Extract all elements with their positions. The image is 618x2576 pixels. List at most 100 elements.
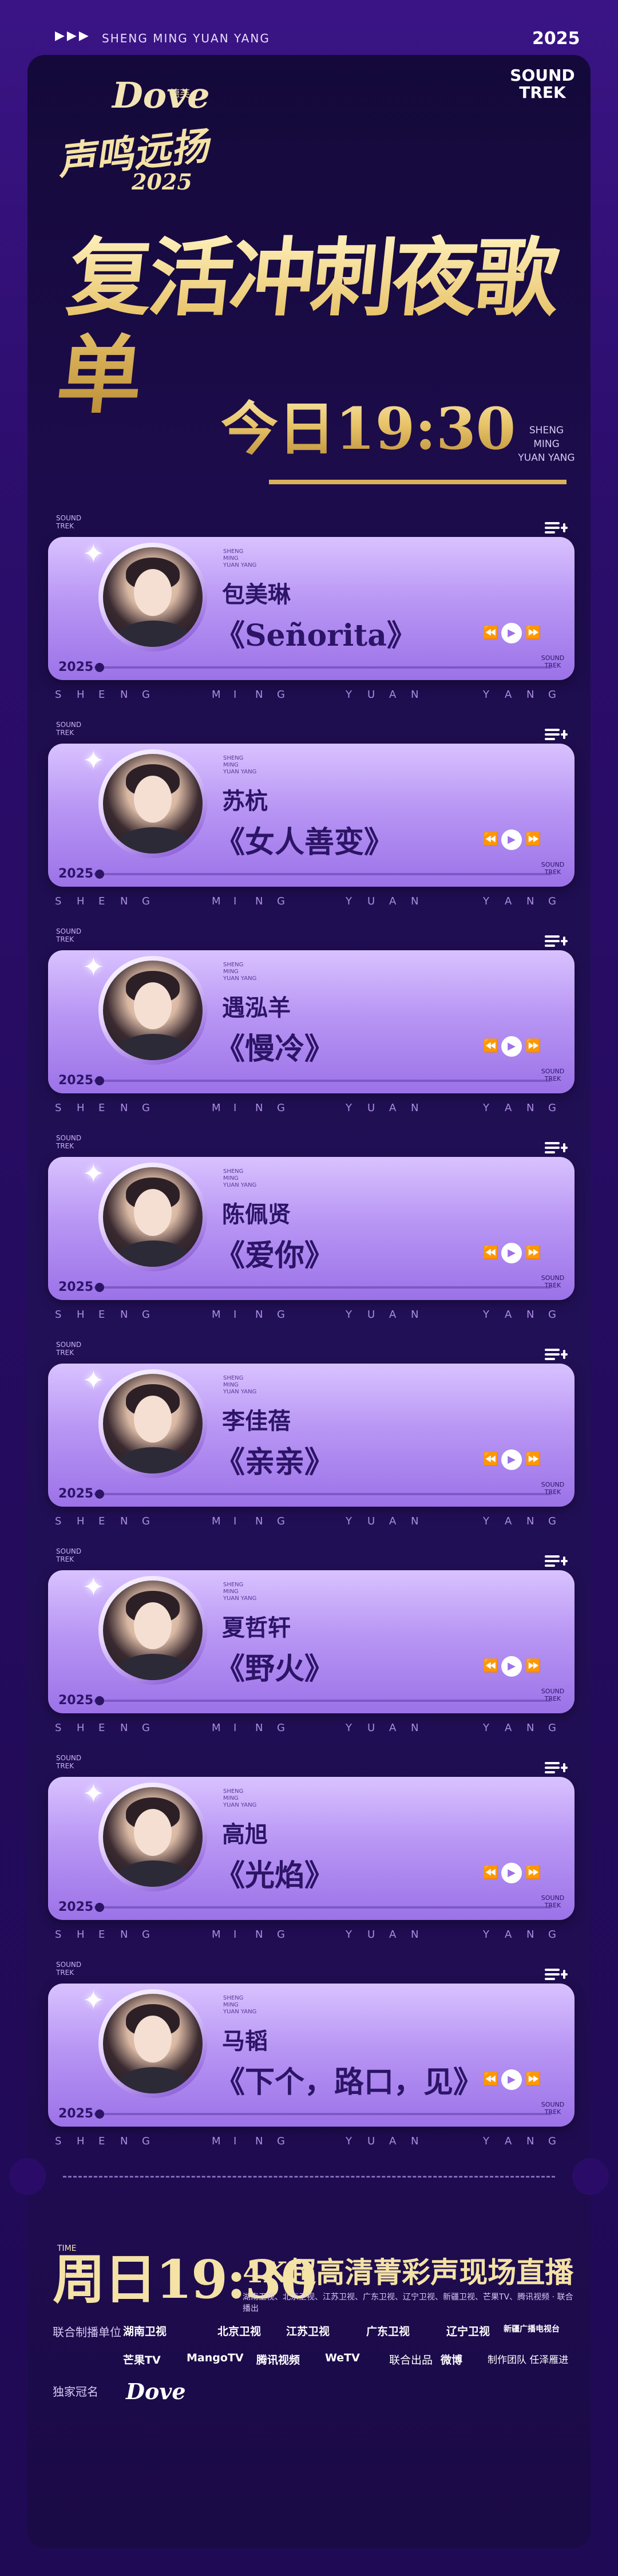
playlist-add-icon[interactable] xyxy=(545,1760,568,1777)
progress-track[interactable] xyxy=(94,1906,552,1909)
decor-letter: M xyxy=(212,895,221,907)
progress-knob[interactable] xyxy=(95,1903,104,1912)
side-words: SHENG MING YUAN YANG xyxy=(515,424,578,465)
playlist-add-icon[interactable] xyxy=(545,1346,568,1364)
decor-letter: N xyxy=(526,689,534,701)
playlist-add-icon[interactable] xyxy=(545,1553,568,1570)
song-title: 《慢冷》 xyxy=(215,1032,335,1066)
playlist-add-icon[interactable] xyxy=(545,933,568,950)
player-controls: ⏪ ▶ ⏩ xyxy=(483,1863,546,1883)
play-button-icon[interactable]: ▶ xyxy=(501,1863,522,1883)
gold-divider xyxy=(269,480,566,484)
previous-track-icon[interactable]: ⏪ xyxy=(483,1449,498,1470)
playlist-add-icon[interactable] xyxy=(545,726,568,744)
partner-logo: WeTV xyxy=(325,2352,360,2364)
play-button-icon[interactable]: ▶ xyxy=(501,2069,522,2090)
playlist-add-icon[interactable] xyxy=(545,1966,568,1984)
song-card-block: SOUND TREK ✦ SHENG MING YUAN YANG 陈佩贤 《爱… xyxy=(48,1134,575,1340)
progress-knob[interactable] xyxy=(95,870,104,879)
sparkle-star-icon: ✦ xyxy=(82,951,105,982)
sound-trek-label: SOUND TREK xyxy=(510,66,575,102)
decor-letter: A xyxy=(505,2135,512,2147)
song-title: 《光焰》 xyxy=(215,1858,335,1893)
next-track-icon[interactable]: ⏩ xyxy=(525,829,541,850)
decor-letter: G xyxy=(548,689,556,701)
previous-track-icon[interactable]: ⏪ xyxy=(483,623,498,643)
player-controls: ⏪ ▶ ⏩ xyxy=(483,2069,546,2090)
progress-knob[interactable] xyxy=(95,1490,104,1499)
song-card[interactable]: ✦ SHENG MING YUAN YANG 马韬 《下个，路口，见》 ⏪ ▶ … xyxy=(48,1984,575,2127)
progress-track[interactable] xyxy=(94,2113,552,2115)
player-controls: ⏪ ▶ ⏩ xyxy=(483,623,546,643)
card-tiny-text: SHENG MING YUAN YANG xyxy=(223,1375,257,1395)
ticket-notch-left xyxy=(9,2158,46,2195)
next-track-icon[interactable]: ⏩ xyxy=(525,1449,541,1470)
sparkle-star-icon: ✦ xyxy=(82,1985,105,2016)
progress-knob[interactable] xyxy=(95,1076,104,1085)
progress-track[interactable] xyxy=(94,666,552,669)
progress-knob[interactable] xyxy=(95,663,104,672)
next-track-icon[interactable]: ⏩ xyxy=(525,1243,541,1263)
play-button-icon[interactable]: ▶ xyxy=(501,623,522,643)
decor-letter: H xyxy=(77,1722,85,1734)
decor-letter: E xyxy=(98,689,105,701)
progress-knob[interactable] xyxy=(95,1696,104,1705)
singer-avatar-ring xyxy=(98,543,207,651)
decor-letter: N xyxy=(255,1722,263,1734)
card-year: 2025 xyxy=(58,2107,94,2121)
previous-track-icon[interactable]: ⏪ xyxy=(483,1243,498,1263)
page-background: ▶▶▶ SHENG MING YUAN YANG 2025 SOUND TREK… xyxy=(0,0,618,2576)
play-button-icon[interactable]: ▶ xyxy=(501,1243,522,1263)
previous-track-icon[interactable]: ⏪ xyxy=(483,1863,498,1883)
next-track-icon[interactable]: ⏩ xyxy=(525,1863,541,1883)
progress-track[interactable] xyxy=(94,1700,552,1702)
progress-track[interactable] xyxy=(94,1493,552,1495)
decor-letter: N xyxy=(411,1309,419,1321)
play-button-icon[interactable]: ▶ xyxy=(501,1656,522,1677)
show-title-year: 2025 xyxy=(132,169,192,195)
decor-letter: G xyxy=(277,689,285,701)
decor-letter: Y xyxy=(346,689,352,701)
next-track-icon[interactable]: ⏩ xyxy=(525,2069,541,2090)
playlist-add-icon[interactable] xyxy=(545,520,568,537)
next-track-icon[interactable]: ⏩ xyxy=(525,1036,541,1057)
decor-letter: G xyxy=(548,1309,556,1321)
next-track-icon[interactable]: ⏩ xyxy=(525,623,541,643)
song-card[interactable]: ✦ SHENG MING YUAN YANG 李佳蓓 《亲亲》 ⏪ ▶ ⏩ 20… xyxy=(48,1364,575,1507)
card-tiny-text: SHENG MING YUAN YANG xyxy=(223,755,257,775)
previous-track-icon[interactable]: ⏪ xyxy=(483,1656,498,1677)
song-card[interactable]: ✦ SHENG MING YUAN YANG 苏杭 《女人善变》 ⏪ ▶ ⏩ 2… xyxy=(48,744,575,887)
previous-track-icon[interactable]: ⏪ xyxy=(483,1036,498,1057)
previous-track-icon[interactable]: ⏪ xyxy=(483,2069,498,2090)
play-button-icon[interactable]: ▶ xyxy=(501,1449,522,1470)
singer-avatar xyxy=(103,1167,203,1267)
progress-knob[interactable] xyxy=(95,1283,104,1292)
progress-track[interactable] xyxy=(94,1080,552,1082)
decor-letter: Y xyxy=(346,2135,352,2147)
decor-letter: H xyxy=(77,1309,85,1321)
partner-logo: 湖南卫视 xyxy=(123,2325,167,2338)
decor-letter: N xyxy=(255,1102,263,1114)
song-card[interactable]: ✦ SHENG MING YUAN YANG 夏哲轩 《野火》 ⏪ ▶ ⏩ 20… xyxy=(48,1570,575,1713)
play-button-icon[interactable]: ▶ xyxy=(501,1036,522,1057)
song-card[interactable]: ✦ SHENG MING YUAN YANG 遇泓羊 《慢冷》 ⏪ ▶ ⏩ 20… xyxy=(48,950,575,1093)
next-track-icon[interactable]: ⏩ xyxy=(525,1656,541,1677)
decor-letter: E xyxy=(98,1722,105,1734)
progress-knob[interactable] xyxy=(95,2109,104,2119)
play-button-icon[interactable]: ▶ xyxy=(501,829,522,850)
play-arrows-icon: ▶▶▶ xyxy=(55,29,91,43)
previous-track-icon[interactable]: ⏪ xyxy=(483,829,498,850)
card-sound-trek: SOUND TREK xyxy=(541,2101,565,2116)
progress-track[interactable] xyxy=(94,873,552,875)
card-year: 2025 xyxy=(58,660,94,674)
playlist-add-icon[interactable] xyxy=(545,1140,568,1157)
song-card[interactable]: ✦ SHENG MING YUAN YANG 陈佩贤 《爱你》 ⏪ ▶ ⏩ 20… xyxy=(48,1157,575,1300)
decor-letter: Y xyxy=(483,1309,489,1321)
song-card[interactable]: ✦ SHENG MING YUAN YANG 高旭 《光焰》 ⏪ ▶ ⏩ 202… xyxy=(48,1777,575,1920)
decor-letter: A xyxy=(505,1309,512,1321)
sparkle-star-icon: ✦ xyxy=(82,1365,105,1396)
decor-letter: A xyxy=(505,1515,512,1527)
song-card[interactable]: ✦ SHENG MING YUAN YANG 包美琳 《Señorita》 ⏪ … xyxy=(48,537,575,680)
progress-track[interactable] xyxy=(94,1286,552,1289)
singer-avatar-ring xyxy=(98,1369,207,1478)
